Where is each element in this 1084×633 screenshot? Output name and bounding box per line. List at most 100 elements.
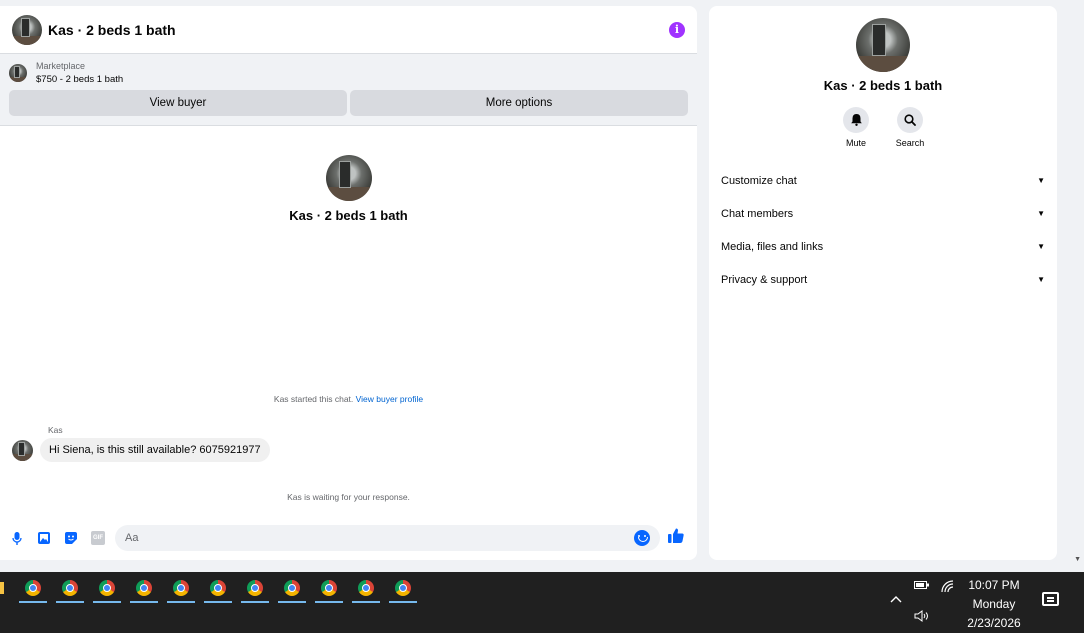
chrome-taskbar-button[interactable] [93, 577, 121, 603]
section-label: Customize chat [721, 174, 797, 187]
privacy-support-row[interactable]: Privacy & support ▼ [709, 263, 1057, 296]
sticker-icon[interactable] [64, 531, 78, 545]
emoji-icon[interactable] [634, 530, 650, 546]
chrome-icon [358, 580, 374, 596]
view-buyer-button[interactable]: View buyer [9, 90, 347, 116]
clock-time: 10:07 PM [968, 578, 1020, 592]
scroll-down-arrow-icon[interactable]: ▼ [1074, 556, 1081, 563]
microphone-icon[interactable] [10, 531, 24, 545]
marketplace-bar: Marketplace $750 - 2 beds 1 bath View bu… [0, 54, 697, 126]
waiting-notice: Kas is waiting for your response. [287, 492, 410, 502]
chrome-icon [99, 580, 115, 596]
chevron-down-icon: ▼ [1037, 176, 1045, 185]
chrome-icon [62, 580, 78, 596]
section-label: Privacy & support [721, 273, 808, 286]
battery-icon[interactable] [914, 580, 930, 593]
search-label: Search [895, 138, 925, 148]
chat-title[interactable]: Kas · 2 beds 1 bath [48, 22, 669, 38]
section-label: Media, files and links [721, 240, 824, 253]
mute-action[interactable]: Mute [842, 107, 870, 148]
message-bubble[interactable]: Hi Siena, is this still available? 60759… [40, 438, 270, 462]
chrome-icon [210, 580, 226, 596]
chrome-taskbar-button[interactable] [352, 577, 380, 603]
chrome-icon [173, 580, 189, 596]
info-name: Kas · 2 beds 1 bath [823, 78, 943, 93]
media-files-links-row[interactable]: Media, files and links ▼ [709, 230, 1057, 263]
section-label: Chat members [721, 207, 794, 220]
wifi-icon[interactable] [941, 580, 954, 596]
chat-started-text: Kas started this chat. [273, 394, 354, 404]
info-avatar[interactable] [856, 18, 910, 72]
listing-summary: $750 - 2 beds 1 bath [36, 74, 124, 85]
chat-started-notice: Kas started this chat. View buyer profil… [0, 394, 697, 404]
taskbar: 10:07 PM Monday 2/23/2026 [0, 572, 1084, 633]
running-indicator [241, 601, 269, 603]
chrome-icon [395, 580, 411, 596]
message-row: Hi Siena, is this still available? 60759… [12, 438, 270, 462]
listing-thumbnail [9, 64, 27, 82]
customize-chat-row[interactable]: Customize chat ▼ [709, 164, 1057, 197]
info-actions: Mute Search [709, 107, 1057, 148]
tray-expand-icon[interactable] [890, 592, 902, 606]
profile-avatar[interactable] [325, 155, 372, 201]
running-indicator [130, 601, 158, 603]
mute-label: Mute [845, 138, 866, 148]
conversation-profile: Kas · 2 beds 1 bath [0, 155, 697, 223]
chrome-icon [284, 580, 300, 596]
chevron-down-icon: ▼ [1037, 209, 1045, 218]
more-options-button[interactable]: More options [350, 90, 688, 116]
marketplace-listing[interactable]: Marketplace $750 - 2 beds 1 bath [9, 60, 688, 86]
conversation-area: Kas · 2 beds 1 bath Kas started this cha… [0, 126, 697, 556]
profile-name: Kas · 2 beds 1 bath [289, 208, 408, 223]
running-indicator [278, 601, 306, 603]
chrome-taskbar-button[interactable] [19, 577, 47, 603]
info-icon[interactable]: i [669, 21, 685, 38]
sender-avatar[interactable] [12, 439, 33, 461]
chat-panel: Kas · 2 beds 1 bath i Marketplace $750 -… [0, 6, 697, 560]
running-indicator [56, 601, 84, 603]
running-indicator [352, 601, 380, 603]
search-icon[interactable] [897, 107, 923, 133]
view-buyer-profile-link[interactable]: View buyer profile [356, 394, 423, 404]
clock-date: 2/23/2026 [967, 616, 1021, 630]
system-clock[interactable]: 10:07 PM Monday 2/23/2026 [960, 576, 1028, 633]
chrome-icon [321, 580, 337, 596]
contact-avatar[interactable] [12, 14, 42, 45]
notifications-icon[interactable] [1042, 592, 1059, 606]
chrome-taskbar-button[interactable] [130, 577, 158, 603]
chrome-taskbar-button[interactable] [167, 577, 195, 603]
chrome-taskbar-button[interactable] [56, 577, 84, 603]
running-indicator [389, 601, 417, 603]
chevron-down-icon: ▼ [1037, 275, 1045, 284]
chat-info-panel: Kas · 2 beds 1 bath Mute Search Customiz… [709, 6, 1057, 560]
running-indicator [19, 601, 47, 603]
chrome-taskbar-button[interactable] [241, 577, 269, 603]
chrome-icon [247, 580, 263, 596]
chrome-taskbar-button[interactable] [389, 577, 417, 603]
running-indicator [204, 601, 232, 603]
chrome-taskbar-button[interactable] [315, 577, 343, 603]
running-indicator [93, 601, 121, 603]
chrome-icon [25, 580, 41, 596]
sender-name: Kas [48, 425, 63, 435]
clock-day: Monday [972, 597, 1016, 611]
search-action[interactable]: Search [896, 107, 924, 148]
volume-icon[interactable] [914, 610, 930, 625]
chrome-icon [136, 580, 152, 596]
thumbs-up-icon[interactable] [668, 528, 684, 548]
message-input[interactable]: Aa [115, 525, 660, 551]
bell-icon[interactable] [843, 107, 869, 133]
running-indicator [167, 601, 195, 603]
chevron-down-icon: ▼ [1037, 242, 1045, 251]
chrome-taskbar-button[interactable] [204, 577, 232, 603]
photo-icon[interactable] [37, 531, 51, 545]
chat-header: Kas · 2 beds 1 bath i [0, 6, 697, 54]
running-indicator [315, 601, 343, 603]
file-explorer-icon[interactable] [0, 582, 4, 594]
gif-icon[interactable]: GIF [91, 531, 105, 545]
marketplace-label: Marketplace [36, 61, 86, 71]
info-sections: Customize chat ▼ Chat members ▼ Media, f… [709, 164, 1057, 296]
chrome-taskbar-button[interactable] [278, 577, 306, 603]
composer-bar: GIF Aa [0, 525, 697, 551]
chat-members-row[interactable]: Chat members ▼ [709, 197, 1057, 230]
